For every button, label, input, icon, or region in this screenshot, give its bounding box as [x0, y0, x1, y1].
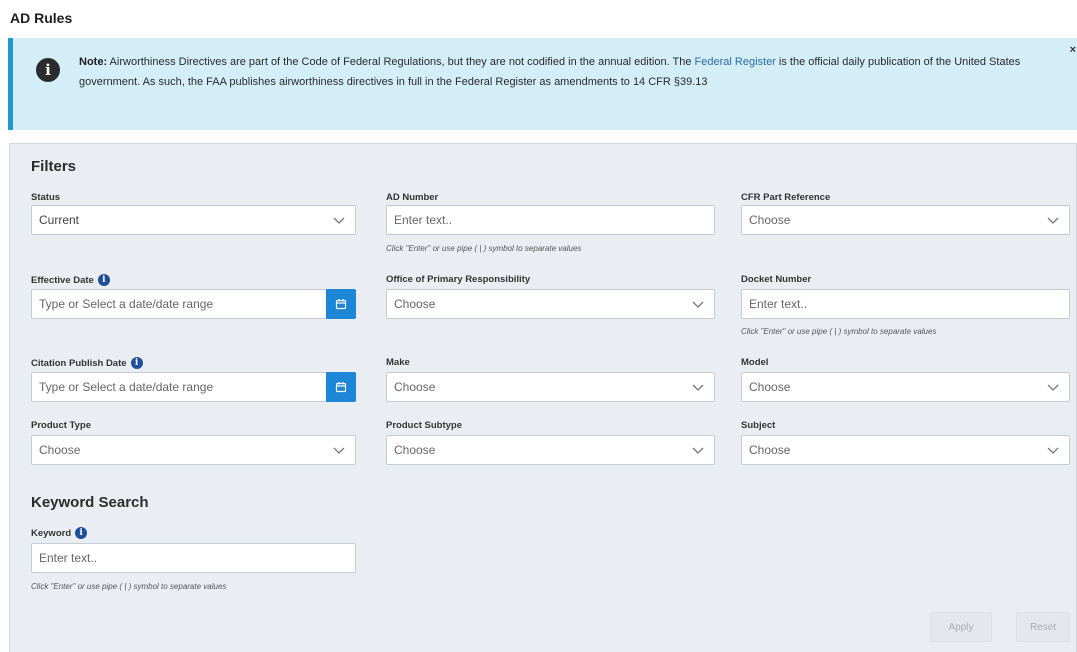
chevron-down-icon [333, 217, 345, 224]
subject-select[interactable]: Choose [741, 435, 1070, 465]
info-icon[interactable]: i [97, 274, 110, 286]
keyword-label: Keyword i [31, 527, 88, 539]
ad-number-label: AD Number [386, 192, 439, 203]
note-text: Note: Airworthiness Directives are part … [79, 52, 1069, 92]
keyword-label-text: Keyword [31, 527, 72, 539]
product-subtype-label: Product Subtype [386, 420, 463, 431]
citation-date-label: Citation Publish Date i [31, 357, 143, 369]
status-select[interactable]: Current [31, 205, 356, 235]
subject-label: Subject [741, 420, 776, 431]
ad-number-input[interactable]: Enter text.. [386, 205, 715, 235]
note-label: Note: [79, 56, 108, 68]
cfr-part-select[interactable]: Choose [741, 205, 1070, 235]
cfr-part-label: CFR Part Reference [741, 192, 831, 203]
keyword-placeholder: Enter text.. [39, 551, 98, 565]
calendar-icon [335, 299, 347, 310]
product-subtype-select[interactable]: Choose [386, 435, 715, 465]
docket-number-placeholder: Enter text.. [749, 297, 808, 311]
make-label: Make [386, 357, 410, 368]
docket-number-label: Docket Number [741, 274, 812, 285]
status-label: Status [31, 192, 61, 203]
calendar-button[interactable] [326, 289, 356, 319]
effective-date-label-text: Effective Date [31, 274, 94, 286]
federal-register-link[interactable]: Federal Register [695, 56, 776, 68]
product-type-label: Product Type [31, 420, 91, 431]
product-subtype-value: Choose [394, 443, 436, 457]
office-select[interactable]: Choose [386, 289, 715, 319]
calendar-button[interactable] [326, 372, 356, 402]
keyword-search-title: Keyword Search [31, 494, 149, 511]
chevron-down-icon [1047, 217, 1059, 224]
chevron-down-icon [692, 384, 704, 391]
make-value: Choose [394, 380, 436, 394]
note-banner: i Note: Airworthiness Directives are par… [8, 38, 1077, 130]
filters-title: Filters [31, 158, 77, 175]
citation-date-input[interactable]: Type or Select a date/date range [31, 372, 356, 402]
ad-number-placeholder: Enter text.. [394, 213, 453, 227]
reset-button[interactable]: Reset [1016, 612, 1070, 642]
product-type-select[interactable]: Choose [31, 435, 356, 465]
info-icon: i [36, 58, 60, 82]
make-select[interactable]: Choose [386, 372, 715, 402]
filters-panel: Filters Status Current AD Number Enter t… [9, 143, 1077, 652]
office-label: Office of Primary Responsibility [386, 274, 531, 285]
status-value: Current [39, 213, 80, 227]
effective-date-input[interactable]: Type or Select a date/date range [31, 289, 356, 319]
note-text-before: Airworthiness Directives are part of the… [107, 56, 695, 68]
chevron-down-icon [1047, 447, 1059, 454]
docket-number-input[interactable]: Enter text.. [741, 289, 1070, 319]
product-type-value: Choose [39, 443, 81, 457]
subject-value: Choose [749, 443, 791, 457]
model-value: Choose [749, 380, 791, 394]
office-value: Choose [394, 297, 436, 311]
info-icon[interactable]: i [75, 527, 88, 539]
model-label: Model [741, 357, 769, 368]
citation-date-placeholder: Type or Select a date/date range [39, 380, 214, 394]
docket-number-hint: Click "Enter" or use pipe ( | ) symbol t… [741, 327, 937, 336]
keyword-hint: Click "Enter" or use pipe ( | ) symbol t… [31, 582, 227, 591]
info-icon[interactable]: i [130, 357, 143, 369]
effective-date-label: Effective Date i [31, 274, 110, 286]
chevron-down-icon [692, 301, 704, 308]
cfr-part-value: Choose [749, 213, 791, 227]
keyword-input[interactable]: Enter text.. [31, 543, 356, 573]
calendar-icon [335, 382, 347, 393]
chevron-down-icon [333, 447, 345, 454]
close-icon[interactable]: × [1070, 44, 1076, 56]
page-title: AD Rules [10, 10, 73, 26]
chevron-down-icon [692, 447, 704, 454]
ad-number-hint: Click "Enter" or use pipe ( | ) symbol t… [386, 244, 582, 253]
effective-date-placeholder: Type or Select a date/date range [39, 297, 214, 311]
chevron-down-icon [1047, 384, 1059, 391]
citation-date-label-text: Citation Publish Date [31, 357, 127, 369]
apply-button[interactable]: Apply [930, 612, 992, 642]
model-select[interactable]: Choose [741, 372, 1070, 402]
